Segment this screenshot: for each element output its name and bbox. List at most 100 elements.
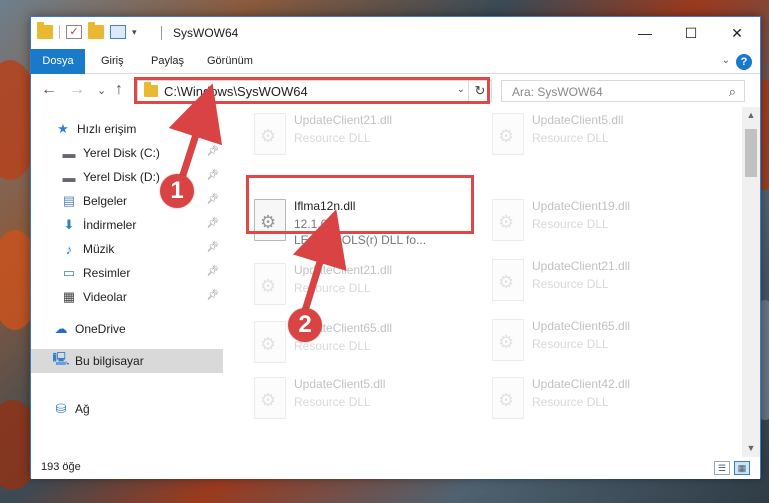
sidebar-item-documents[interactable]: ▤ Belgeler 📌︎	[31, 189, 223, 213]
file-tile[interactable]: UpdateClient65.dll Resource DLL	[246, 313, 486, 373]
file-list: UpdateClient21.dll Resource DLL Iflma12n…	[224, 107, 741, 457]
pin-icon[interactable]: 📌︎	[206, 218, 219, 229]
details-view-icon[interactable]: ☰	[714, 461, 730, 475]
properties-check-icon[interactable]: ✓	[66, 25, 82, 39]
computer-icon: 🖳︎	[52, 351, 70, 366]
sidebar-item-quick-access[interactable]: ★ Hızlı erişim	[31, 117, 223, 141]
callout-1: 1	[160, 174, 194, 208]
file-tile[interactable]: UpdateClient5.dll Resource DLL	[246, 369, 486, 429]
dll-file-icon	[254, 377, 286, 419]
minimize-button[interactable]: —	[622, 17, 668, 49]
pin-icon[interactable]: 📌︎	[206, 266, 219, 277]
expand-ribbon-icon[interactable]: ⌄	[722, 55, 730, 66]
music-icon: ♪	[65, 241, 73, 257]
toolbar-divider	[59, 25, 60, 39]
vertical-scrollbar[interactable]: ▲ ▼	[742, 107, 760, 457]
file-name: UpdateClient21.dll	[294, 113, 393, 127]
sidebar-item-label: Hızlı erişim	[77, 122, 137, 136]
file-highlight	[246, 175, 474, 234]
status-bar: 193 öğe ☰ ▦	[31, 457, 760, 479]
sidebar-item-label: Resimler	[83, 266, 131, 280]
sidebar-item-label: Ağ	[75, 402, 90, 416]
ribbon: Dosya Giriş Paylaş Görünüm ⌄ ?	[31, 49, 760, 74]
file-name: UpdateClient21.dll	[294, 263, 393, 277]
help-icon[interactable]: ?	[736, 54, 752, 70]
network-icon: ⛁	[55, 401, 67, 416]
sidebar-item-pictures[interactable]: ▭ Resimler 📌︎	[31, 261, 223, 285]
sidebar-item-label: Videolar	[83, 290, 127, 304]
file-name: UpdateClient19.dll	[532, 199, 631, 213]
back-arrow-icon[interactable]: ←	[41, 81, 57, 99]
file-tile[interactable]: UpdateClient21.dll Resource DLL	[246, 255, 486, 315]
tab-file[interactable]: Dosya	[31, 49, 85, 74]
dll-file-icon	[492, 113, 524, 155]
pictures-icon: ▭	[62, 265, 76, 280]
sidebar-item-this-pc[interactable]: 🖳︎ Bu bilgisayar	[31, 349, 223, 373]
scroll-down-icon[interactable]: ▼	[742, 440, 760, 457]
title-bar: ✓ ▾ SysWOW64 — ☐ ✕	[31, 17, 760, 49]
tab-view[interactable]: Görünüm	[195, 49, 265, 74]
sidebar-item-label: Müzik	[83, 242, 115, 256]
file-tile[interactable]: UpdateClient65.dll Resource DLL	[484, 311, 724, 371]
title-divider	[161, 26, 162, 40]
file-description: Resource DLL	[532, 395, 609, 409]
sidebar-item-label: Belgeler	[83, 194, 128, 208]
sidebar-item-label: Bu bilgisayar	[75, 354, 144, 368]
file-description: Resource DLL	[532, 217, 609, 231]
window-title: SysWOW64	[173, 26, 239, 40]
pin-icon[interactable]: 📌︎	[206, 170, 219, 181]
file-name: UpdateClient65.dll	[532, 319, 631, 333]
sidebar-item-drive-d[interactable]: ▬ Yerel Disk (D:) 📌︎	[31, 165, 223, 189]
up-arrow-icon[interactable]: ↑	[115, 81, 123, 99]
dll-file-icon	[254, 263, 286, 305]
sidebar-item-music[interactable]: ♪ Müzik 📌︎	[31, 237, 223, 261]
address-bar-highlight	[134, 77, 490, 104]
file-description: Resource DLL	[532, 277, 609, 291]
tab-home[interactable]: Giriş	[89, 49, 136, 74]
customize-toolbar-icon[interactable]	[110, 25, 126, 39]
file-tile[interactable]: UpdateClient42.dll Resource DLL	[484, 369, 724, 429]
pin-icon[interactable]: 📌︎	[206, 194, 219, 205]
sidebar-item-drive-c[interactable]: ▬ Yerel Disk (C:) 📌︎	[31, 141, 223, 165]
chevron-down-icon[interactable]: ▾	[132, 27, 137, 38]
sidebar-item-onedrive[interactable]: ☁ OneDrive	[31, 317, 223, 341]
documents-icon: ▤	[62, 193, 76, 208]
file-tile[interactable]: UpdateClient19.dll Resource DLL	[484, 191, 724, 251]
close-button[interactable]: ✕	[714, 17, 760, 49]
sidebar-item-videos[interactable]: ▦ Videolar 📌︎	[31, 285, 223, 309]
pin-icon[interactable]: 📌︎	[206, 146, 219, 157]
window-controls: — ☐ ✕	[622, 17, 760, 49]
download-icon: ⬇	[63, 217, 75, 232]
file-description: Resource DLL	[294, 281, 371, 295]
drive-icon: ▬	[62, 169, 76, 185]
videos-icon: ▦	[62, 289, 76, 304]
new-folder-icon[interactable]	[88, 22, 104, 39]
search-icon[interactable]: ⌕	[729, 84, 736, 100]
search-box[interactable]: Ara: SysWOW64 ⌕	[501, 80, 745, 102]
pin-icon[interactable]: 📌︎	[206, 290, 219, 301]
maximize-button[interactable]: ☐	[668, 17, 714, 49]
tab-share[interactable]: Paylaş	[139, 49, 196, 74]
file-description: Resource DLL	[294, 395, 371, 409]
folder-icon	[37, 22, 53, 39]
sidebar-item-network[interactable]: ⛁ Ağ	[31, 397, 223, 421]
dll-file-icon	[492, 319, 524, 361]
scroll-thumb[interactable]	[745, 129, 757, 177]
sidebar-item-label: OneDrive	[75, 322, 126, 336]
file-tile[interactable]: UpdateClient21.dll Resource DLL	[246, 107, 486, 165]
file-tile[interactable]: UpdateClient21.dll Resource DLL	[484, 251, 724, 311]
sidebar-item-downloads[interactable]: ⬇ İndirmeler 📌︎	[31, 213, 223, 237]
file-description: Resource DLL	[532, 131, 609, 145]
scroll-up-icon[interactable]: ▲	[742, 107, 760, 124]
pin-icon[interactable]: 📌︎	[206, 242, 219, 253]
file-tile[interactable]: UpdateClient5.dll Resource DLL	[484, 107, 724, 165]
sidebar-item-label: Yerel Disk (D:)	[83, 170, 160, 184]
tiles-view-icon[interactable]: ▦	[734, 461, 750, 475]
file-description: LEADTOOLS(r) DLL fo...	[294, 233, 427, 247]
dll-file-icon	[492, 199, 524, 241]
item-count: 193 öğe	[41, 461, 81, 473]
search-input[interactable]: Ara: SysWOW64	[512, 85, 603, 99]
dll-file-icon	[492, 259, 524, 301]
forward-arrow-icon[interactable]: →	[69, 81, 85, 99]
recent-locations-icon[interactable]: ⌄	[97, 84, 106, 97]
